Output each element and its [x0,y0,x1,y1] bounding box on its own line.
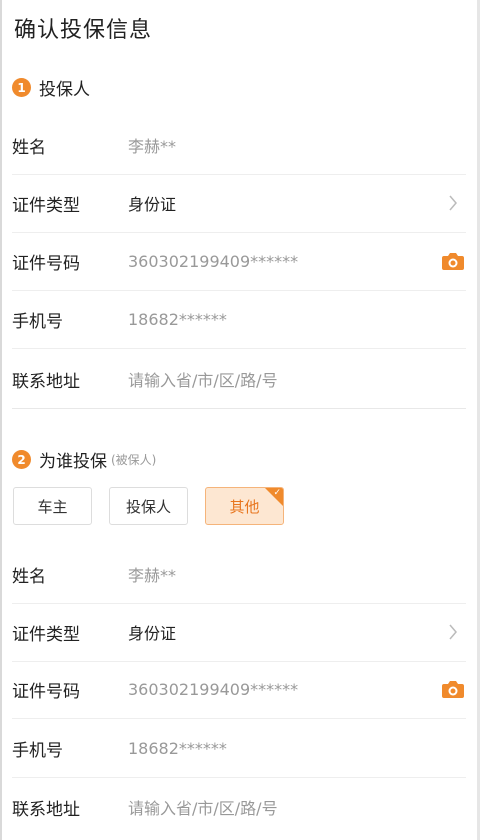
field-label: 姓名 [12,137,46,158]
field-label: 手机号 [12,311,63,332]
field-label: 联系地址 [12,799,80,820]
field-label: 姓名 [12,566,46,587]
camera-icon[interactable] [440,678,466,700]
insured-phone-field[interactable]: 18682****** [128,739,466,758]
window-border-left [0,0,2,840]
chevron-right-icon[interactable] [440,192,466,214]
policyholder-name-field[interactable]: 李赫** [128,133,466,157]
insured-id-number-row[interactable]: 证件号码 360302199409****** [12,660,466,719]
section-insured-header: 2 为谁投保 (被保人) [12,447,156,472]
insured-phone-row[interactable]: 手机号 18682****** [12,719,466,778]
insured-policyholder-button[interactable]: 投保人 [109,487,188,525]
insured-id-number-field[interactable]: 360302199409****** [128,680,440,699]
policyholder-id-number-row[interactable]: 证件号码 360302199409****** [12,232,466,291]
field-label: 手机号 [12,740,63,761]
policyholder-id-type-select[interactable]: 身份证 [128,191,440,215]
camera-icon[interactable] [440,250,466,272]
insured-address-row[interactable]: 联系地址 请输入省/市/区/路/号 [12,778,466,836]
insured-name-row[interactable]: 姓名 李赫** [12,545,466,604]
section-title: 投保人 [39,80,90,100]
field-label: 证件类型 [12,195,80,216]
field-label: 联系地址 [12,371,80,392]
page-title: 确认投保信息 [14,18,153,43]
step-badge-2: 2 [12,450,31,469]
field-label: 证件号码 [12,681,80,702]
insured-id-type-row[interactable]: 证件类型 身份证 [12,603,466,662]
policyholder-address-input[interactable]: 请输入省/市/区/路/号 [128,367,466,391]
policyholder-id-type-row[interactable]: 证件类型 身份证 [12,174,466,233]
field-label: 证件类型 [12,624,80,645]
section-note: (被保人) [111,453,157,467]
insured-other-button[interactable]: 其他 ✓ [205,487,284,525]
policyholder-id-number-field[interactable]: 360302199409****** [128,252,440,271]
section-policyholder-header: 1 投保人 [12,75,90,100]
field-label: 证件号码 [12,253,80,274]
section-title: 为谁投保 [39,452,107,472]
insured-other-label: 其他 [229,497,260,516]
insured-name-field[interactable]: 李赫** [128,562,466,586]
insured-address-input[interactable]: 请输入省/市/区/路/号 [128,795,466,819]
chevron-right-icon[interactable] [440,621,466,643]
insured-id-type-select[interactable]: 身份证 [128,620,440,644]
policyholder-address-row[interactable]: 联系地址 请输入省/市/区/路/号 [12,350,466,409]
policyholder-phone-row[interactable]: 手机号 18682****** [12,290,466,349]
policyholder-phone-field[interactable]: 18682****** [128,310,466,329]
check-icon: ✓ [273,488,281,498]
insured-owner-button[interactable]: 车主 [13,487,92,525]
policyholder-name-row[interactable]: 姓名 李赫** [12,116,466,175]
step-badge-1: 1 [12,78,31,97]
